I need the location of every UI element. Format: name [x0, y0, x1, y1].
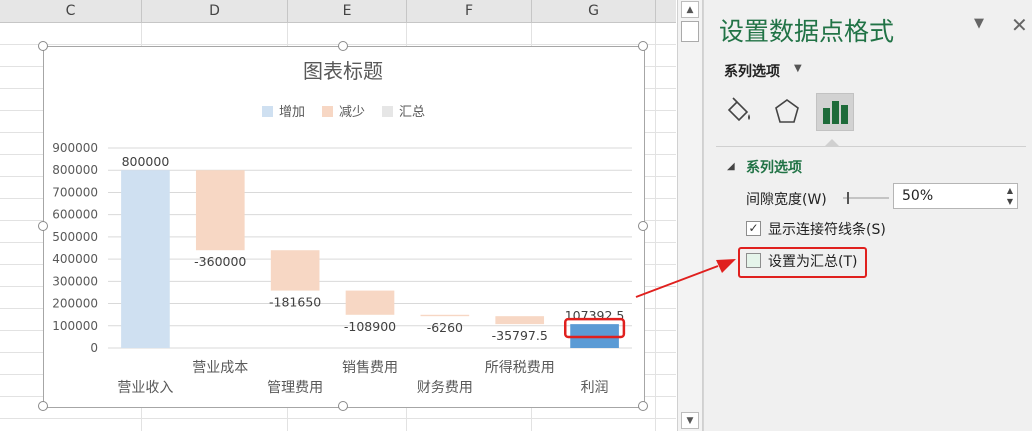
legend-swatch — [382, 106, 393, 117]
show-connector-label[interactable]: 显示连接符线条(S) — [768, 219, 886, 239]
y-tick-label: 200000 — [52, 297, 98, 311]
fill-line-tab[interactable] — [720, 93, 758, 131]
category-label: 营业成本 — [192, 360, 248, 376]
y-tick-label: 900000 — [52, 141, 98, 155]
category-label: 利润 — [581, 380, 609, 396]
vertical-scrollbar[interactable]: ▲ ▼ — [677, 0, 703, 431]
gap-width-input[interactable]: 50% ▲ ▼ — [893, 183, 1018, 209]
resize-handle[interactable] — [338, 41, 348, 51]
y-tick-label: 400000 — [52, 252, 98, 266]
column-header-h[interactable] — [656, 0, 676, 22]
y-tick-label: 300000 — [52, 274, 98, 288]
set-as-total-checkbox[interactable] — [746, 253, 761, 268]
series-options-dropdown[interactable]: 系列选项 — [724, 61, 780, 81]
pane-options-dropdown-icon[interactable]: ▼ — [974, 16, 984, 31]
section-header-series-options[interactable]: 系列选项 — [746, 157, 802, 177]
pentagon-icon — [775, 99, 799, 123]
data-label: -181650 — [269, 295, 321, 310]
scroll-thumb[interactable] — [681, 21, 699, 42]
category-label: 营业收入 — [117, 380, 173, 396]
category-label: 管理费用 — [267, 380, 323, 396]
y-tick-label: 600000 — [52, 208, 98, 222]
gap-width-slider[interactable] — [843, 190, 889, 206]
paint-bucket-icon — [727, 97, 750, 122]
set-as-total-label[interactable]: 设置为汇总(T) — [768, 251, 857, 271]
scroll-down-button[interactable]: ▼ — [681, 412, 699, 429]
legend-label: 汇总 — [399, 105, 425, 120]
category-label: 所得税费用 — [485, 359, 555, 376]
y-tick-label: 800000 — [52, 163, 98, 177]
close-icon[interactable]: ✕ — [1011, 13, 1028, 37]
data-label: -6260 — [427, 320, 463, 335]
category-label: 销售费用 — [342, 360, 398, 376]
y-tick-label: 100000 — [52, 319, 98, 333]
bar-chart-icon — [823, 101, 848, 124]
resize-handle[interactable] — [638, 401, 648, 411]
bar-decrease — [270, 250, 320, 291]
waterfall-chart: 图表标题增加 减少 汇总 900000 800000 700000 600000 500000… — [52, 59, 632, 396]
column-header-e[interactable]: E — [288, 0, 407, 22]
legend-label: 减少 — [339, 105, 365, 120]
spinner-icon[interactable]: ▲ ▼ — [1007, 185, 1013, 207]
bar-decrease — [195, 170, 245, 251]
resize-handle[interactable] — [38, 401, 48, 411]
bar-decrease — [495, 316, 545, 325]
data-label: 107392.5 — [565, 308, 625, 323]
legend-label: 增加 — [279, 105, 305, 120]
legend-swatch — [322, 106, 333, 117]
gap-width-label: 间隙宽度(W) — [746, 192, 827, 208]
column-header-c[interactable]: C — [0, 0, 142, 22]
bar-decrease — [420, 314, 470, 317]
divider — [716, 146, 1026, 147]
bar-increase — [121, 170, 170, 348]
collapse-triangle-icon[interactable]: ◢ — [727, 161, 735, 172]
column-header-d[interactable]: D — [142, 0, 288, 22]
show-connector-checkbox[interactable]: ✓ — [746, 221, 761, 236]
y-tick-label: 700000 — [52, 185, 98, 199]
data-label: -35797.5 — [492, 328, 548, 343]
column-header-g[interactable]: G — [532, 0, 656, 22]
data-label: 800000 — [122, 154, 170, 169]
series-options-tab[interactable] — [816, 93, 854, 131]
format-data-point-pane: 设置数据点格式 ▼ ✕ 系列选项 ▼ ◢ 系列选项 间隙宽度(W) 50% ▲ ▼… — [703, 0, 1032, 431]
bar-decrease — [345, 290, 395, 315]
y-tick-label: 0 — [90, 341, 98, 355]
resize-handle[interactable] — [638, 221, 648, 231]
data-label: -108900 — [344, 319, 396, 334]
y-tick-label: 500000 — [52, 230, 98, 244]
pane-title: 设置数据点格式 — [719, 17, 895, 46]
grid-line — [655, 23, 656, 431]
chart-title: 图表标题 — [303, 59, 383, 83]
column-header-f[interactable]: F — [407, 0, 532, 22]
data-label: -360000 — [194, 254, 246, 269]
chevron-down-icon[interactable]: ▼ — [794, 63, 802, 74]
category-label: 财务费用 — [417, 380, 473, 396]
column-header-row: C D E F G — [0, 0, 676, 23]
legend-swatch — [262, 106, 273, 117]
gap-width-value[interactable]: 50% — [902, 188, 933, 204]
resize-handle[interactable] — [638, 41, 648, 51]
chart-area[interactable]: 图表标题增加 减少 汇总 900000 800000 700000 600000 500000… — [43, 46, 645, 408]
resize-handle[interactable] — [38, 221, 48, 231]
effects-tab[interactable] — [768, 93, 806, 131]
resize-handle[interactable] — [38, 41, 48, 51]
resize-handle[interactable] — [338, 401, 348, 411]
scroll-up-button[interactable]: ▲ — [681, 1, 699, 18]
